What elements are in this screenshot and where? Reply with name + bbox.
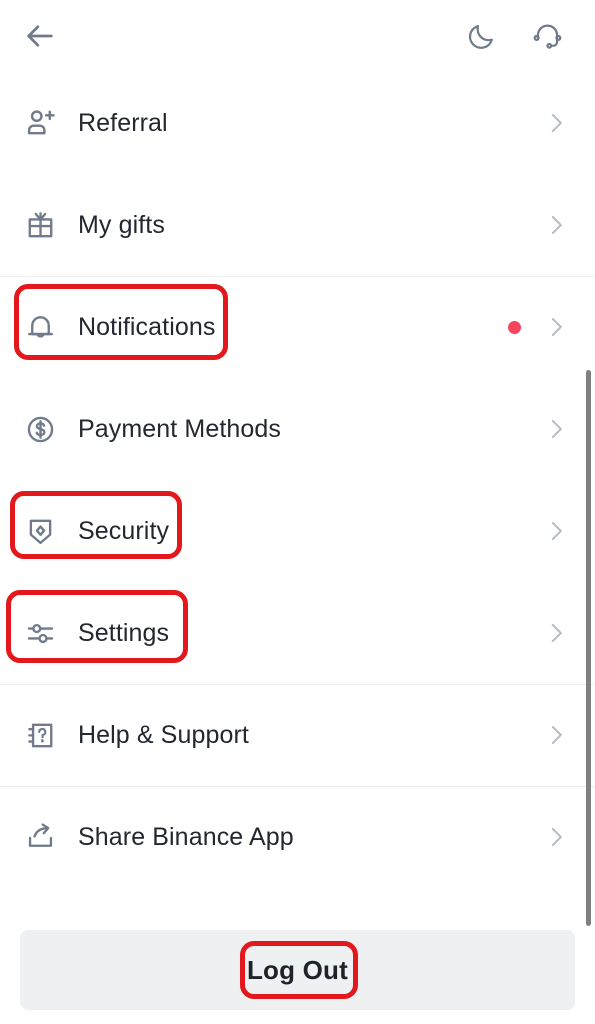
chevron-right-icon [543,212,569,238]
menu-item-trailing [543,212,569,238]
help-book-icon [24,719,66,752]
logout-button[interactable]: Log Out [20,930,575,1010]
menu-item-label: Share Binance App [78,822,294,851]
menu-item-trailing [543,416,569,442]
chevron-right-icon [543,518,569,544]
chevron-right-icon [543,824,569,850]
menu-item-settings[interactable]: Settings [0,582,595,684]
menu-item-help-support[interactable]: Help & Support [0,684,595,786]
chevron-right-icon [543,110,569,136]
menu-item-trailing [508,314,569,340]
notification-badge-dot [508,320,521,334]
menu-item-label: Referral [78,108,168,137]
moon-icon [466,21,497,52]
arrow-left-icon [23,19,57,53]
menu-item-label: Payment Methods [78,414,281,443]
menu-item-payment-methods[interactable]: Payment Methods [0,378,595,480]
chevron-right-icon [543,416,569,442]
headset-icon [532,21,563,52]
menu-item-share-binance-app[interactable]: Share Binance App [0,786,595,888]
profile-menu-screen: Referral My gifts Notifications Payment … [0,0,595,1024]
dollar-circle-icon [24,413,66,446]
menu-item-notifications[interactable]: Notifications [0,276,595,378]
vertical-scrollbar[interactable] [586,370,591,926]
customer-support-button[interactable] [525,14,569,58]
dark-mode-toggle[interactable] [459,14,503,58]
user-plus-icon [24,106,66,140]
bell-icon [24,311,66,344]
menu-item-label: Settings [78,618,170,647]
menu-item-label: Help & Support [78,720,249,749]
menu-item-label: Notifications [78,312,216,341]
menu-item-security[interactable]: Security [0,480,595,582]
menu-item-trailing [543,620,569,646]
logout-label: Log Out [246,954,349,985]
menu-item-label: My gifts [78,210,165,239]
chevron-right-icon [543,722,569,748]
menu-item-trailing [543,518,569,544]
menu-item-trailing [543,110,569,136]
back-button[interactable] [18,14,62,58]
menu-item-referral[interactable]: Referral [0,72,595,174]
menu-item-label: Security [78,516,170,545]
shield-icon [24,515,66,548]
menu-item-trailing [543,722,569,748]
chevron-right-icon [543,620,569,646]
gift-icon [24,209,66,242]
menu-item-trailing [543,824,569,850]
menu-list: Referral My gifts Notifications Payment … [0,72,595,888]
chevron-right-icon [543,314,569,340]
menu-item-my-gifts[interactable]: My gifts [0,174,595,276]
app-header [0,0,595,72]
sliders-icon [24,617,66,650]
share-icon [24,821,66,854]
